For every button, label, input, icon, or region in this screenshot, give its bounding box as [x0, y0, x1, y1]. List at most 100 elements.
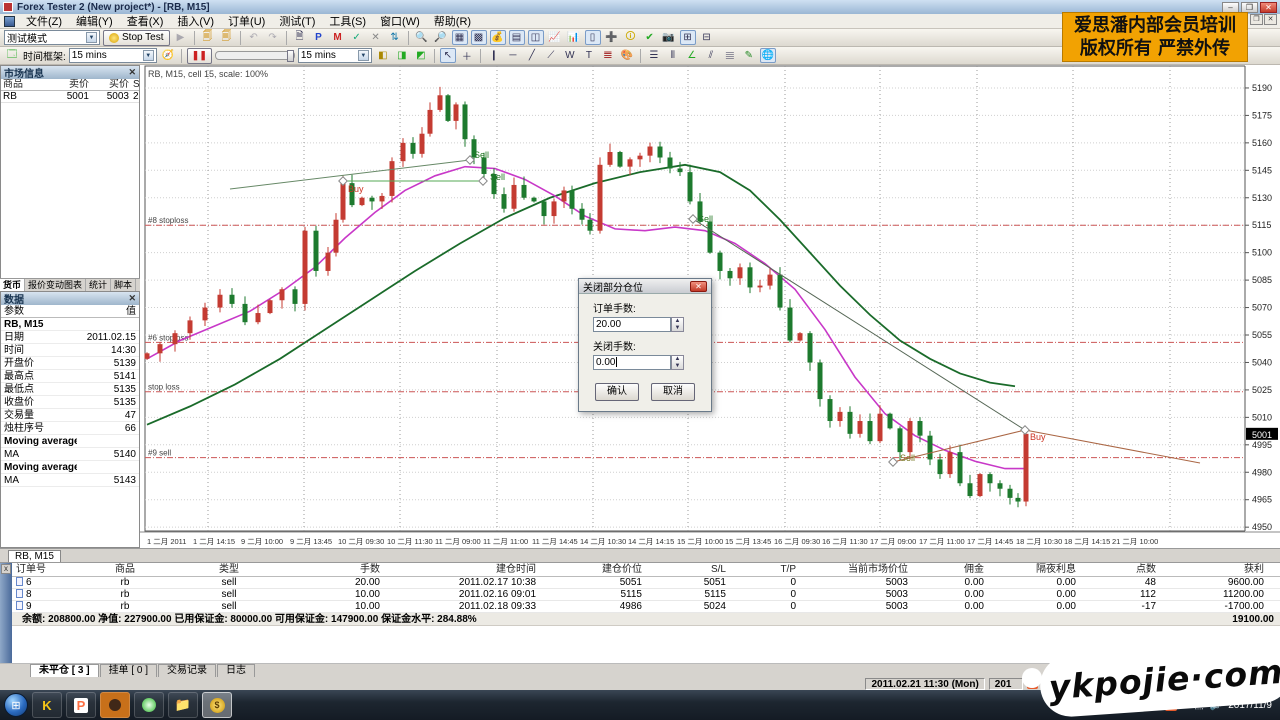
- add-indicator-icon[interactable]: ➕: [604, 30, 620, 45]
- dialog-close-button[interactable]: ✕: [690, 281, 707, 292]
- market-info-cell[interactable]: 2: [131, 91, 139, 103]
- market-info-table[interactable]: 商品卖价买价SRB500150032: [1, 79, 139, 103]
- orders-header-cell[interactable]: 订单号: [12, 563, 70, 576]
- market-info-cell[interactable]: 5003: [91, 91, 131, 103]
- orders-tab[interactable]: 日志: [217, 664, 255, 677]
- sort-icon[interactable]: ⇅: [387, 30, 403, 45]
- account-info-icon[interactable]: 💰: [490, 30, 506, 45]
- delete-icon[interactable]: ✕: [368, 30, 384, 45]
- new-document-icon[interactable]: 🗎: [292, 30, 308, 45]
- vlines-set-icon[interactable]: ⦀: [665, 48, 681, 63]
- step-timeframe-dropdown[interactable]: 15 mins▼: [298, 48, 372, 63]
- menu-item[interactable]: 编辑(Y): [69, 12, 120, 30]
- maximize-button[interactable]: ❐: [1241, 2, 1258, 13]
- orders-header-cell[interactable]: 建仓价位: [540, 563, 646, 576]
- text-tool-icon[interactable]: T: [581, 48, 597, 63]
- pause-button[interactable]: ❚❚: [187, 48, 212, 64]
- market-info-tab[interactable]: 货币: [0, 279, 25, 291]
- stop-test-button[interactable]: Stop Test: [103, 30, 170, 46]
- bar-chart-icon[interactable]: 📊: [566, 30, 582, 45]
- orders-tab[interactable]: 交易记录: [158, 664, 216, 677]
- window-tile-icon[interactable]: ▦: [452, 30, 468, 45]
- timeframe-dropdown[interactable]: 15 mins▼: [69, 48, 157, 63]
- market-info-tab[interactable]: 报价变动图表: [25, 279, 86, 291]
- camera-icon[interactable]: 📷: [661, 30, 677, 45]
- paste-icon[interactable]: 🗐: [219, 30, 235, 45]
- grid-off-icon[interactable]: ⊟: [699, 30, 715, 45]
- order-lots-input[interactable]: 20.00: [593, 317, 671, 332]
- zoom-out-icon[interactable]: 🔎: [433, 30, 449, 45]
- window-cascade-icon[interactable]: ▩: [471, 30, 487, 45]
- menu-item[interactable]: 工具(S): [322, 12, 373, 30]
- close-button[interactable]: ✕: [1260, 2, 1277, 13]
- orders-header-cell[interactable]: 隔夜利息: [988, 563, 1080, 576]
- restart-test-icon[interactable]: ▶: [173, 30, 189, 45]
- line-chart-icon[interactable]: 📈: [547, 30, 563, 45]
- orders-tab[interactable]: 挂单 [ 0 ]: [100, 664, 157, 677]
- market-icon[interactable]: M: [330, 30, 346, 45]
- taskbar-kline-app-icon[interactable]: K: [32, 692, 62, 718]
- new-chart-icon[interactable]: 🗔: [4, 48, 20, 63]
- orders-header-cell[interactable]: 点数: [1080, 563, 1160, 576]
- taskbar-forex-tester-icon[interactable]: $: [202, 692, 232, 718]
- market-info-tab[interactable]: 统计: [86, 279, 111, 291]
- orders-header-cell[interactable]: 获利: [1160, 563, 1268, 576]
- notes-icon[interactable]: ✔: [642, 30, 658, 45]
- orders-header-cell[interactable]: S/L: [646, 563, 730, 576]
- menu-item[interactable]: 测试(T): [272, 12, 322, 30]
- vertical-line-tool-icon[interactable]: ❙: [486, 48, 502, 63]
- step-forward-icon[interactable]: ◨: [394, 48, 410, 63]
- orders-header-cell[interactable]: 当前市场价位: [800, 563, 912, 576]
- menu-item[interactable]: 查看(X): [120, 12, 171, 30]
- orders-header-cell[interactable]: 手数: [278, 563, 384, 576]
- menu-item[interactable]: 订单(U): [221, 12, 272, 30]
- channel-tool-icon[interactable]: ⫽: [703, 48, 719, 63]
- trendline-tool-icon[interactable]: ╱: [524, 48, 540, 63]
- orders-header-cell[interactable]: 建仓时间: [384, 563, 540, 576]
- taskbar-photo-icon[interactable]: [100, 692, 130, 718]
- close-lots-spinner[interactable]: ▲▼: [671, 355, 684, 370]
- confirm-icon[interactable]: ✓: [349, 30, 365, 45]
- step-candle-icon[interactable]: ◩: [413, 48, 429, 63]
- cancel-button[interactable]: 取消: [651, 383, 695, 401]
- profit-chart-icon[interactable]: P: [311, 30, 327, 45]
- copy-icon[interactable]: 🗐: [200, 30, 216, 45]
- order-row[interactable]: 9rbsell10.002011.02.18 09:33498650240500…: [12, 601, 1280, 613]
- mdi-close-button[interactable]: ✕: [1264, 14, 1277, 25]
- horizontal-line-tool-icon[interactable]: ─: [505, 48, 521, 63]
- hlines-set-icon[interactable]: ☰: [646, 48, 662, 63]
- angle-tool-icon[interactable]: ∠: [684, 48, 700, 63]
- market-info-cell[interactable]: RB: [1, 91, 51, 103]
- menu-item[interactable]: 帮助(R): [427, 12, 478, 30]
- confirm-button[interactable]: 确认: [595, 383, 639, 401]
- orders-close-icon[interactable]: x: [1, 564, 11, 574]
- speed-slider[interactable]: [215, 51, 295, 60]
- color-picker-icon[interactable]: 🎨: [619, 48, 635, 63]
- market-info-close-icon[interactable]: ✕: [128, 67, 136, 78]
- redo-icon[interactable]: ↷: [265, 30, 281, 45]
- orders-header-cell[interactable]: 佣金: [912, 563, 988, 576]
- polyline-tool-icon[interactable]: 𝌆: [600, 48, 616, 63]
- minimize-button[interactable]: –: [1222, 2, 1239, 13]
- zoom-in-icon[interactable]: 🔍: [414, 30, 430, 45]
- fibonacci-tool-icon[interactable]: 𝄙: [722, 48, 738, 63]
- order-row[interactable]: 6rbsell20.002011.02.17 10:38505150510500…: [12, 577, 1280, 589]
- orders-header-cell[interactable]: 商品: [70, 563, 180, 576]
- dialog-titlebar[interactable]: 关闭部分仓位 ✕: [579, 279, 711, 294]
- market-info-tab[interactable]: 脚本: [111, 279, 136, 291]
- close-lots-input[interactable]: 0.00: [593, 355, 671, 370]
- pencil-tool-icon[interactable]: ✎: [741, 48, 757, 63]
- orders-header-cell[interactable]: 类型: [180, 563, 278, 576]
- wave-tool-icon[interactable]: W: [562, 48, 578, 63]
- cursor-tool-icon[interactable]: ↖: [440, 48, 456, 63]
- undo-icon[interactable]: ↶: [246, 30, 262, 45]
- orders-tab[interactable]: 未平仓 [ 3 ]: [30, 664, 99, 677]
- taskbar-green-browser-icon[interactable]: [134, 692, 164, 718]
- info-icon[interactable]: 🛈: [623, 30, 639, 45]
- slider-thumb[interactable]: [287, 50, 294, 62]
- data-panel-close-icon[interactable]: ✕: [128, 293, 136, 304]
- crosshair-tool-icon[interactable]: ＋: [459, 48, 475, 63]
- candle-chart-icon[interactable]: ▯: [585, 30, 601, 45]
- compass-icon[interactable]: 🧭: [160, 48, 176, 63]
- mdi-restore-button[interactable]: ❐: [1250, 14, 1263, 25]
